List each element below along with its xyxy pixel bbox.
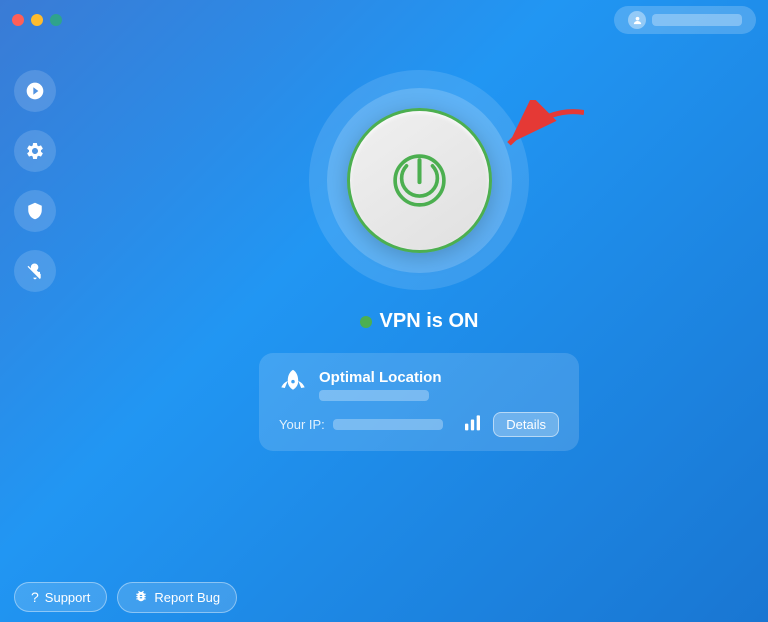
- minimize-button[interactable]: [31, 14, 43, 26]
- power-icon: [387, 148, 452, 213]
- ip-value-blurred: [333, 419, 443, 430]
- titlebar: [0, 0, 768, 40]
- report-bug-label: Report Bug: [154, 590, 220, 605]
- maximize-button[interactable]: [50, 14, 62, 26]
- support-icon: ?: [31, 589, 39, 605]
- close-button[interactable]: [12, 14, 24, 26]
- power-toggle-button[interactable]: [347, 108, 492, 253]
- main-content: VPN is ON Optimal Location Your IP:: [70, 40, 768, 622]
- sidebar: [0, 40, 70, 622]
- vpn-status: VPN is ON: [360, 310, 479, 333]
- traffic-lights: [12, 14, 62, 26]
- details-button[interactable]: Details: [493, 412, 559, 437]
- user-avatar-icon: [628, 11, 646, 29]
- user-account-button[interactable]: [614, 6, 756, 34]
- status-dot: [360, 316, 372, 328]
- signal-strength-icon: [465, 413, 485, 436]
- annotation-arrow: [484, 100, 584, 175]
- location-info: Optimal Location: [319, 369, 442, 401]
- bottom-bar: ? Support Report Bug: [0, 572, 768, 622]
- location-card: Optimal Location Your IP: Details: [259, 353, 579, 451]
- report-bug-button[interactable]: Report Bug: [117, 582, 237, 613]
- bug-icon: [134, 589, 148, 606]
- location-name: Optimal Location: [319, 369, 442, 386]
- sidebar-item-security[interactable]: [14, 190, 56, 232]
- location-top: Optimal Location: [279, 367, 559, 402]
- vpn-status-text: VPN is ON: [380, 310, 479, 333]
- location-rocket-icon: [279, 367, 307, 402]
- location-sub-blurred: [319, 390, 429, 401]
- sidebar-item-quick-connect[interactable]: [14, 70, 56, 112]
- support-label: Support: [45, 590, 91, 605]
- sidebar-item-settings[interactable]: [14, 130, 56, 172]
- ip-label: Your IP:: [279, 417, 325, 432]
- support-button[interactable]: ? Support: [14, 582, 107, 612]
- user-name-blurred: [652, 14, 742, 26]
- sidebar-item-block[interactable]: [14, 250, 56, 292]
- location-bottom: Your IP: Details: [279, 412, 559, 437]
- power-ring-outer: [309, 70, 529, 290]
